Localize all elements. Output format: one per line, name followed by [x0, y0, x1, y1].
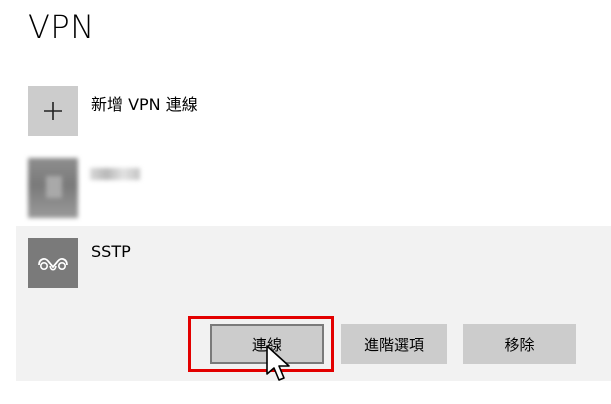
advanced-options-button[interactable]: 進階選項 [341, 324, 447, 364]
vpn-connection-item-blurred[interactable] [28, 158, 588, 218]
vpn-link-icon [38, 258, 68, 271]
remove-button[interactable]: 移除 [463, 324, 576, 364]
add-vpn-label: 新增 VPN 連線 [91, 95, 198, 114]
plus-icon [44, 102, 62, 120]
vpn-tile [28, 238, 78, 288]
add-vpn-connection[interactable]: 新增 VPN 連線 [28, 86, 588, 138]
vpn-connection-name: SSTP [91, 242, 131, 261]
vpn-name-blurred [90, 168, 140, 180]
mouse-pointer-icon [266, 345, 290, 381]
vpn-connection-item-sstp[interactable]: SSTP 連線 進階選項 移除 [16, 226, 611, 381]
vpn-icon-blurred [28, 158, 78, 218]
add-vpn-tile[interactable] [28, 86, 78, 136]
page-title: VPN [28, 8, 95, 46]
